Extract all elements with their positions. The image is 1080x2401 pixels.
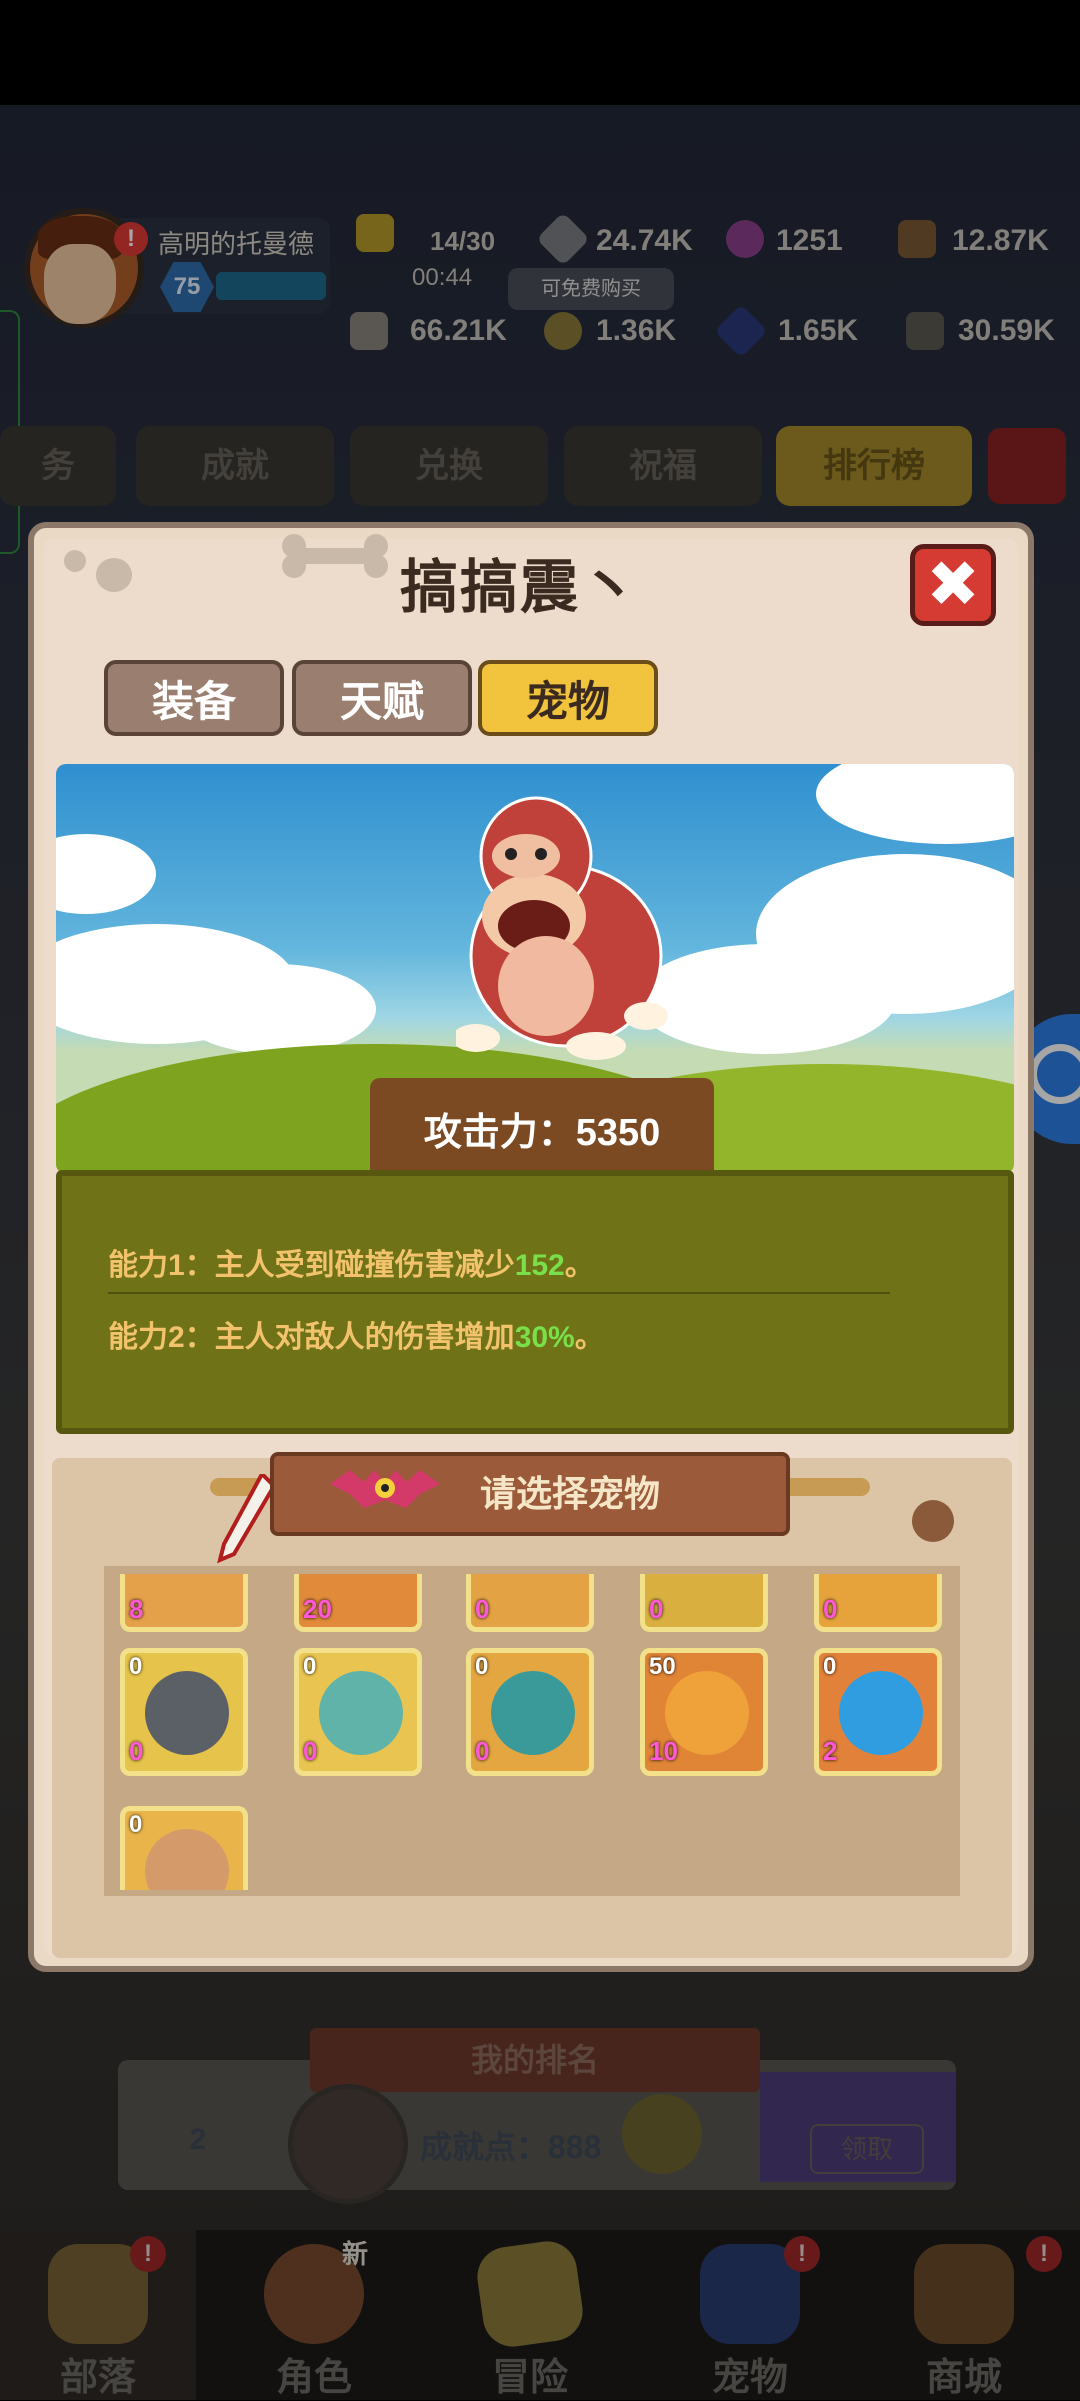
cloud bbox=[176, 964, 376, 1054]
horse-pet-icon bbox=[145, 1829, 229, 1890]
tab-pets[interactable]: 宠物 bbox=[478, 660, 658, 736]
pet-slot-gray-cat[interactable]: 00 bbox=[120, 1648, 248, 1776]
close-icon: ✖ bbox=[926, 548, 980, 620]
pet-slot-goblin[interactable]: 00 bbox=[294, 1648, 422, 1776]
tab-talent[interactable]: 天赋 bbox=[292, 660, 472, 736]
gray-cat-pet-icon bbox=[145, 1671, 229, 1755]
ability-divider bbox=[108, 1292, 890, 1294]
status-bar bbox=[0, 0, 1080, 105]
close-button[interactable]: ✖ bbox=[910, 544, 996, 626]
pet-slot-blue-snail[interactable]: 02 bbox=[814, 1648, 942, 1776]
pet-slot[interactable]: 0 bbox=[466, 1574, 594, 1632]
decor-dot bbox=[64, 550, 86, 572]
pet-slot-horse[interactable]: 0 bbox=[120, 1806, 248, 1890]
stone-decor bbox=[912, 1500, 954, 1542]
ability-panel bbox=[56, 1170, 1014, 1434]
pet-slot-crowned-dino[interactable]: 00 bbox=[466, 1648, 594, 1776]
cloud bbox=[816, 764, 1014, 844]
gorilla-pet-model bbox=[452, 786, 676, 1066]
blue-snail-pet-icon bbox=[839, 1671, 923, 1755]
pet-slot[interactable]: 0 bbox=[814, 1574, 942, 1632]
pet-slot[interactable]: 20 bbox=[294, 1574, 422, 1632]
dialog-title: 搞搞震丶 bbox=[399, 555, 640, 620]
pet-slot[interactable]: 0 bbox=[640, 1574, 768, 1632]
pet-slot-orange-dragon[interactable]: 50 10 bbox=[640, 1648, 768, 1776]
goblin-pet-icon bbox=[319, 1671, 403, 1755]
attack-power: 攻击力：5350 bbox=[370, 1078, 714, 1174]
ability-2: 能力2：主人对敌人的伤害增加30%。 bbox=[108, 1321, 605, 1354]
crowned-dino-pet-icon bbox=[491, 1671, 575, 1755]
pet-slot[interactable]: 8 bbox=[120, 1574, 248, 1632]
tab-equipment[interactable]: 装备 bbox=[104, 660, 284, 736]
decor-dot bbox=[96, 558, 132, 592]
bat-icon bbox=[330, 1464, 440, 1520]
ability-1: 能力1：主人受到碰撞伤害减少152。 bbox=[108, 1249, 595, 1282]
cloud bbox=[56, 834, 156, 914]
